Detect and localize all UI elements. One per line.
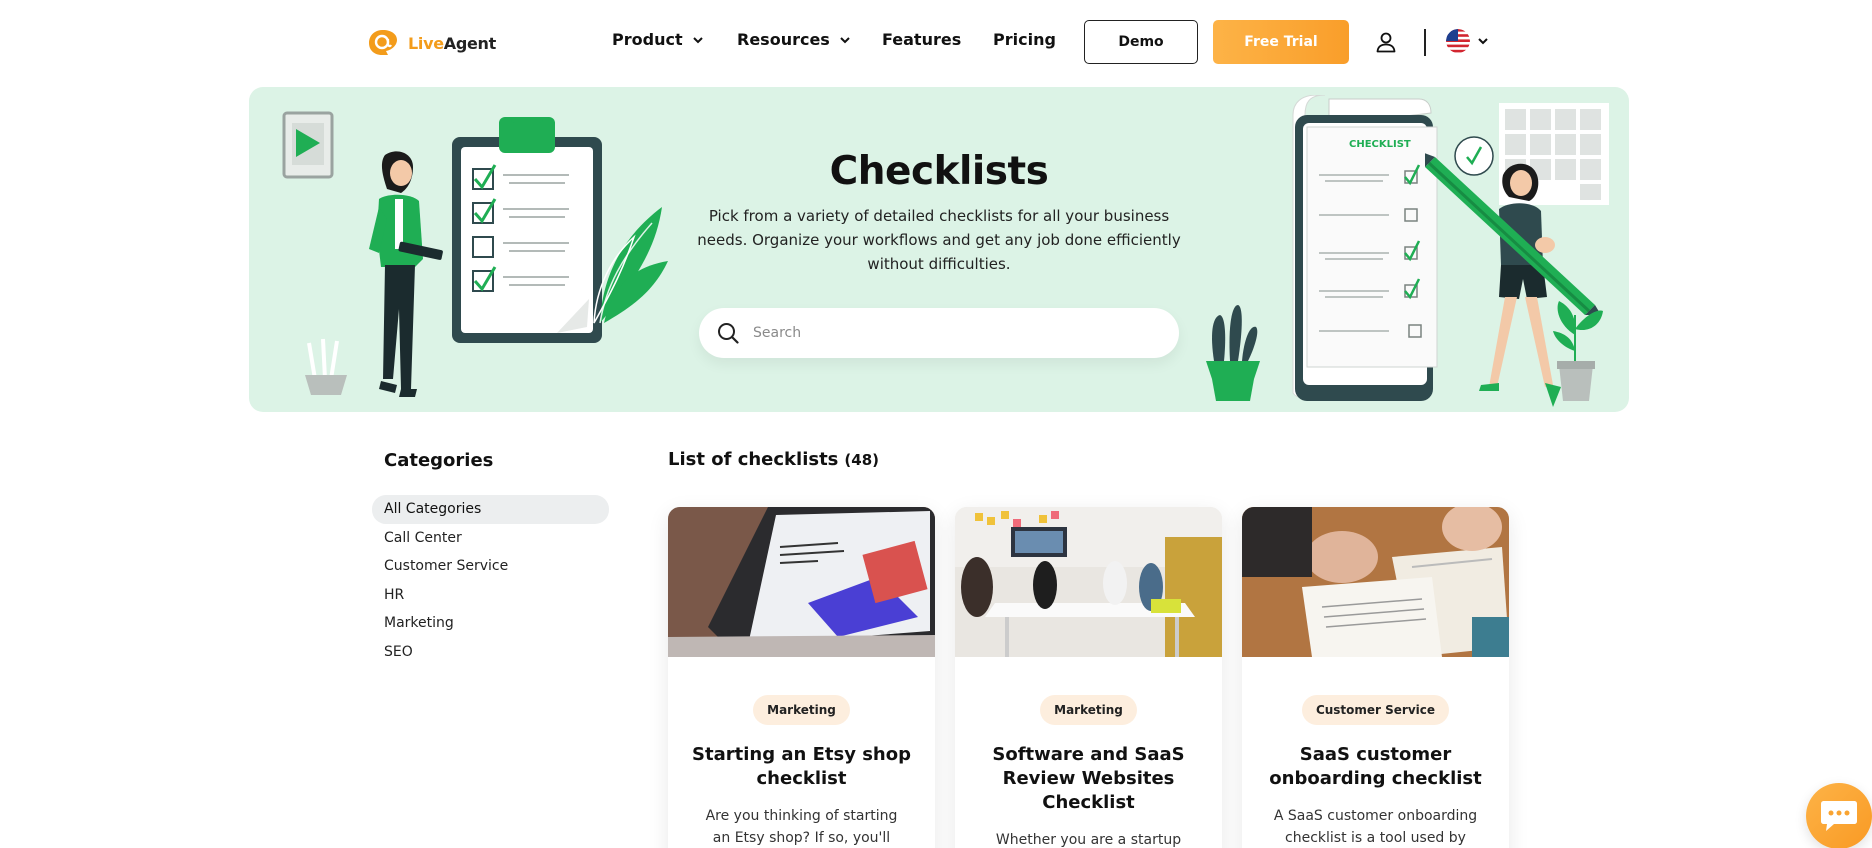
potted-plant-illustration (1553, 301, 1603, 401)
demo-button[interactable]: Demo (1084, 20, 1198, 64)
checklist-card[interactable]: Marketing Software and SaaS Review Websi… (955, 507, 1222, 848)
nav-pricing-label: Pricing (993, 30, 1056, 49)
category-list: All Categories Call Center Customer Serv… (372, 495, 609, 666)
search-bar[interactable] (699, 308, 1179, 358)
chat-bubble-icon (1821, 801, 1857, 831)
card-category-badge: Marketing (753, 695, 850, 725)
category-customer-service[interactable]: Customer Service (372, 552, 609, 581)
card-image-laptop (668, 507, 935, 657)
card-image-documents (1242, 507, 1509, 657)
chevron-down-icon (840, 36, 850, 43)
us-flag-icon (1446, 29, 1470, 53)
liveagent-logo[interactable]: LiveAgent (368, 28, 496, 58)
card-category-badge: Marketing (1040, 695, 1137, 725)
nav-product[interactable]: Product (612, 30, 705, 49)
checklist-card[interactable]: Marketing Starting an Etsy shop checklis… (668, 507, 935, 848)
search-input[interactable] (753, 325, 1153, 341)
site-header: LiveAgent Product Resources Features Pri… (0, 0, 1872, 86)
nav-features[interactable]: Features (882, 30, 961, 49)
category-hr[interactable]: HR (372, 581, 609, 610)
category-seo[interactable]: SEO (372, 638, 609, 667)
header-divider (1424, 29, 1426, 56)
card-description: A SaaS customer onboarding checklist is … (1273, 808, 1478, 846)
list-heading: List of checklists (48) (668, 449, 879, 470)
nav-features-label: Features (882, 30, 962, 49)
card-description: Whether you are a startup (995, 832, 1182, 848)
list-title-text: List of checklists (668, 449, 839, 470)
free-trial-button[interactable]: Free Trial (1213, 20, 1349, 64)
card-category-badge: Customer Service (1301, 695, 1450, 725)
list-count: (48) (844, 451, 879, 469)
language-selector[interactable] (1446, 29, 1490, 53)
nav-product-label: Product (612, 30, 683, 49)
card-title[interactable]: SaaS customer onboarding checklist (1260, 743, 1491, 791)
nav-pricing[interactable]: Pricing (993, 30, 1056, 49)
nav-resources[interactable]: Resources (737, 30, 852, 49)
card-image-meeting (955, 507, 1222, 657)
checklist-card[interactable]: Customer Service SaaS customer onboardin… (1242, 507, 1509, 848)
live-chat-button[interactable] (1806, 783, 1872, 848)
categories-heading: Categories (384, 450, 494, 471)
chevron-down-icon (692, 36, 703, 43)
category-marketing[interactable]: Marketing (372, 609, 609, 638)
plant-leaf-illustration (593, 207, 668, 324)
pencil-cup-illustration (305, 338, 347, 395)
nav-resources-label: Resources (737, 30, 830, 49)
logo-text: LiveAgent (408, 33, 496, 53)
hero-description: Pick from a variety of detailed checklis… (697, 207, 1181, 273)
chevron-down-icon (1478, 38, 1488, 45)
card-title[interactable]: Software and SaaS Review Websites Checkl… (973, 743, 1204, 815)
user-account-icon[interactable] (1375, 31, 1397, 53)
logo-icon (369, 30, 397, 55)
checklist-label: CHECKLIST (1349, 139, 1411, 150)
search-icon (718, 323, 739, 344)
category-all-categories[interactable]: All Categories (372, 495, 609, 524)
card-title[interactable]: Starting an Etsy shop checklist (686, 743, 917, 791)
card-description: Are you thinking of starting an Etsy sho… (705, 808, 898, 846)
cactus-plant-illustration (1206, 305, 1260, 401)
hero-banner: Checklists Pick from a variety of detail… (249, 87, 1629, 412)
category-call-center[interactable]: Call Center (372, 524, 609, 553)
